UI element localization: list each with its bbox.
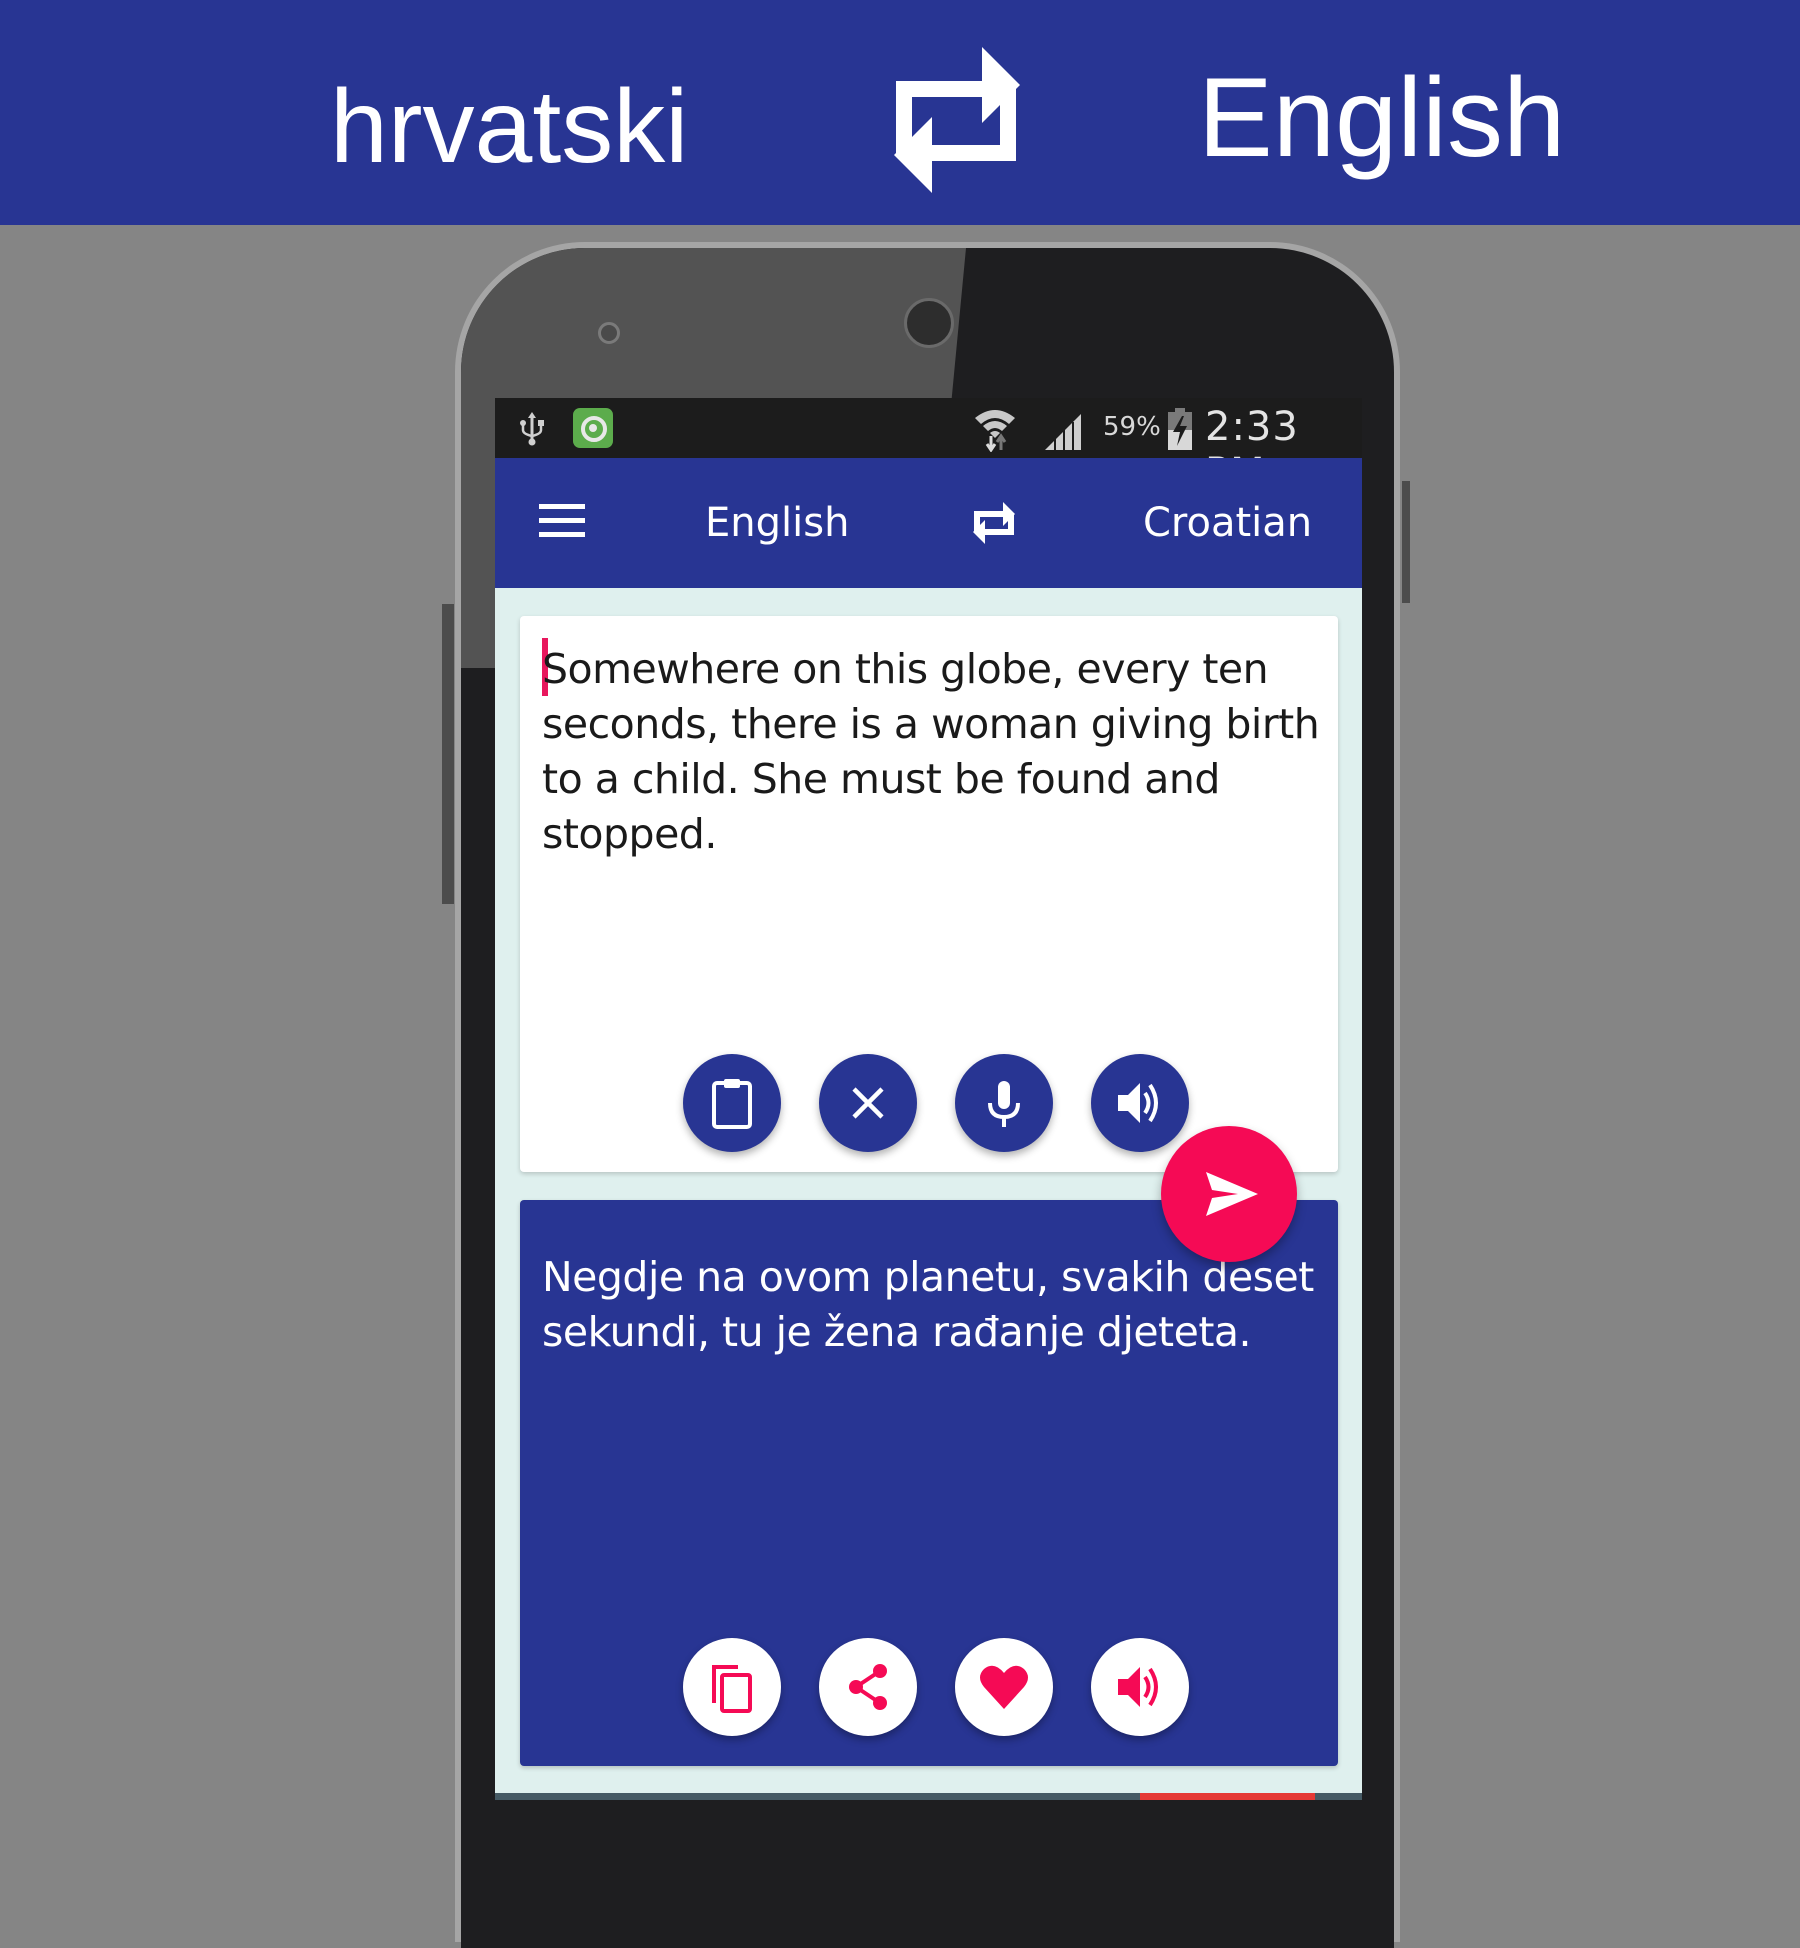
target-language-selector[interactable]: Croatian [1143,500,1312,546]
speaker-icon [1118,1667,1158,1707]
app-toolbar: English Croatian [495,458,1362,588]
speaker-icon [1118,1083,1158,1123]
phone-power-button [1402,481,1410,603]
input-card: Somewhere on this globe, every ten secon… [520,616,1338,1172]
speak-output-button[interactable] [1091,1638,1189,1736]
battery-charging-icon [1168,408,1192,450]
copy-icon [712,1665,752,1713]
status-bar: 59% 2:33 PM [495,398,1362,496]
send-icon [1206,1172,1258,1216]
clear-button[interactable] [819,1054,917,1152]
phone-screen: 59% 2:33 PM English Croatian Somewhere o… [495,398,1362,1800]
swap-languages-button[interactable] [971,498,1017,548]
banner-source-language: hrvatski [330,69,689,185]
share-button[interactable] [819,1638,917,1736]
source-language-selector[interactable]: English [705,500,849,546]
output-card: Negdje na ovom planetu, svakih deset sek… [520,1200,1338,1766]
hamburger-menu-icon[interactable] [539,504,585,538]
banner-target-language: English [1198,55,1566,180]
paste-button[interactable] [683,1054,781,1152]
ad-banner-action[interactable] [1140,1793,1315,1800]
translated-text: Negdje na ovom planetu, svakih deset sek… [542,1253,1314,1356]
proximity-sensor [598,322,620,344]
output-actions [683,1638,1189,1736]
heart-icon [980,1665,1028,1709]
input-actions [683,1054,1189,1152]
app-notification-icon [573,408,613,448]
phone-volume-button [442,604,454,904]
clipboard-icon [712,1079,752,1129]
usb-icon [520,412,544,446]
front-camera [904,298,954,348]
battery-percentage: 59% [1103,412,1161,442]
voice-input-button[interactable] [955,1054,1053,1152]
share-icon [849,1664,887,1710]
translate-button[interactable] [1161,1126,1297,1262]
wifi-icon [975,410,1015,452]
speak-input-button[interactable] [1091,1054,1189,1152]
close-icon [852,1087,884,1119]
promo-banner: hrvatski English [0,0,1800,225]
swap-arrows-icon [894,47,1020,193]
favorite-button[interactable] [955,1638,1053,1736]
source-text-input[interactable]: Somewhere on this globe, every ten secon… [542,642,1322,862]
cellular-signal-icon [1045,414,1081,450]
copy-button[interactable] [683,1638,781,1736]
microphone-icon [988,1081,1020,1127]
